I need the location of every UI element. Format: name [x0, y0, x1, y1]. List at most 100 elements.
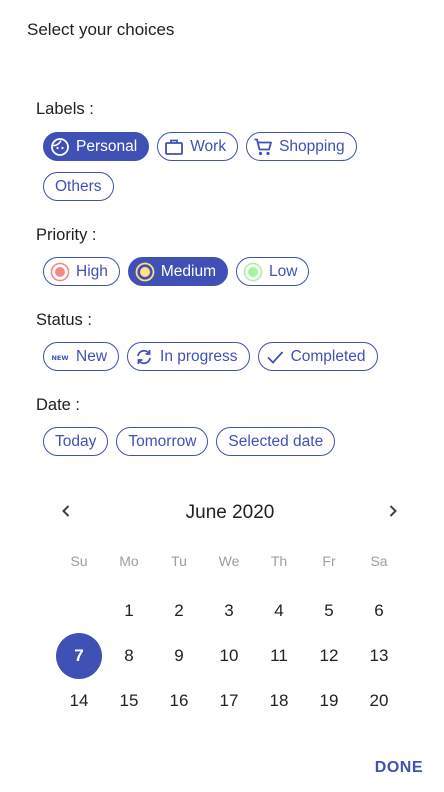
weekday-label: We [218, 553, 240, 569]
calendar-header: June 2020 [50, 498, 410, 528]
cart-icon [253, 137, 273, 157]
check-icon [265, 347, 285, 367]
priority-chip-row: High Medium Low [43, 257, 310, 286]
chip-label: Personal [76, 137, 138, 155]
svg-text:NEW: NEW [51, 354, 68, 362]
date-chip-row: Today Tomorrow Selected date [43, 427, 336, 456]
day-number: 11 [270, 645, 288, 665]
sync-icon [134, 347, 154, 367]
chip-label: Work [190, 137, 227, 155]
date-heading: Date : [36, 396, 81, 414]
day-number: 16 [169, 690, 189, 710]
weekday-label: Th [270, 553, 288, 569]
new-badge-icon: NEW [50, 347, 70, 367]
day-number: 14 [69, 690, 89, 710]
selected-day-button[interactable]: 7 [54, 632, 104, 679]
day-number: 5 [324, 600, 334, 620]
day-button[interactable]: 17 [204, 678, 254, 723]
day-number: 9 [174, 645, 184, 665]
day-button[interactable]: 8 [104, 633, 154, 678]
chevron-right-icon [386, 504, 400, 523]
done-button[interactable]: DONE [375, 759, 423, 777]
day-number: 3 [224, 600, 234, 620]
chip-label: New [76, 347, 108, 365]
day-number: 6 [374, 600, 384, 620]
labels-chip-row-2: Others [43, 172, 114, 201]
day-number: 13 [369, 645, 389, 665]
briefcase-icon [164, 137, 184, 157]
day-button[interactable]: 11 [254, 633, 304, 678]
day-number: 17 [219, 690, 239, 710]
day-button[interactable]: 13 [354, 633, 404, 678]
day-button[interactable]: 12 [304, 633, 354, 678]
weekday-label: Mo [119, 553, 139, 569]
chip-high[interactable]: High [43, 257, 120, 286]
weekday-label: Fr [322, 553, 336, 569]
day-button[interactable]: 18 [254, 678, 304, 723]
chip-label: Today [55, 432, 97, 450]
chip-label: High [76, 262, 108, 280]
chip-label: Others [55, 177, 102, 195]
status-heading: Status : [36, 311, 92, 329]
chip-today[interactable]: Today [43, 427, 109, 456]
day-number: 7 [56, 632, 102, 679]
day-button[interactable]: 4 [254, 588, 304, 633]
day-button[interactable]: 5 [304, 588, 354, 633]
day-number: 12 [319, 645, 339, 665]
day-button[interactable]: 10 [204, 633, 254, 678]
day-button[interactable]: 2 [154, 588, 204, 633]
next-month-button[interactable] [378, 498, 408, 528]
weekday-label: Sa [370, 553, 388, 569]
chip-label: Shopping [279, 137, 345, 155]
chip-work[interactable]: Work [157, 132, 239, 161]
chip-personal[interactable]: Personal [43, 132, 150, 161]
labels-chip-row: Personal Work Shopping [43, 132, 357, 161]
calendar-days-grid: 1 2 3 4 5 6 7 8 9 10 11 12 13 14 15 16 17 18 19 20 [54, 588, 404, 723]
chip-label: In progress [160, 347, 238, 365]
day-button[interactable]: 3 [204, 588, 254, 633]
weekday-label: Su [70, 553, 88, 569]
chip-label: Low [269, 262, 298, 280]
chip-tomorrow[interactable]: Tomorrow [116, 427, 209, 456]
day-button[interactable]: 19 [304, 678, 354, 723]
day-number: 18 [269, 690, 289, 710]
face-icon [50, 137, 70, 157]
day-button[interactable]: 20 [354, 678, 404, 723]
weekday-header: Su Mo Tu We Th Fr Sa [54, 553, 404, 569]
chip-label: Selected date [228, 432, 324, 450]
priority-heading: Priority : [36, 226, 97, 244]
high-dot-icon [50, 262, 70, 282]
chip-label: Tomorrow [128, 432, 197, 450]
chip-label: Medium [160, 262, 217, 280]
medium-dot-icon [135, 262, 155, 282]
chip-medium[interactable]: Medium [127, 257, 229, 286]
day-button[interactable]: 9 [154, 633, 204, 678]
day-number: 19 [319, 690, 339, 710]
chip-in-progress[interactable]: In progress [127, 342, 250, 371]
chip-others[interactable]: Others [43, 172, 114, 201]
day-number: 20 [369, 690, 389, 710]
month-label: June 2020 [185, 502, 275, 523]
chip-new[interactable]: NEW New [43, 342, 120, 371]
day-button[interactable]: 14 [54, 678, 104, 723]
day-button[interactable]: 15 [104, 678, 154, 723]
chip-selected-date[interactable]: Selected date [216, 427, 336, 456]
chip-completed[interactable]: Completed [257, 342, 378, 371]
day-number: 15 [119, 690, 139, 710]
empty-day-cell [54, 588, 104, 633]
chip-shopping[interactable]: Shopping [246, 132, 357, 161]
chip-label: Completed [290, 347, 366, 365]
dialog-title: Select your choices [27, 20, 175, 39]
weekday-label: Tu [171, 553, 187, 569]
day-number: 4 [274, 600, 284, 620]
day-number: 8 [124, 645, 134, 665]
day-button[interactable]: 6 [354, 588, 404, 633]
day-button[interactable]: 16 [154, 678, 204, 723]
day-number: 2 [174, 600, 184, 620]
day-number: 1 [124, 600, 134, 620]
status-chip-row: NEW New In progress Completed [43, 342, 378, 371]
day-number: 10 [219, 645, 239, 665]
labels-heading: Labels : [36, 100, 94, 118]
chip-low[interactable]: Low [236, 257, 310, 286]
day-button[interactable]: 1 [104, 588, 154, 633]
